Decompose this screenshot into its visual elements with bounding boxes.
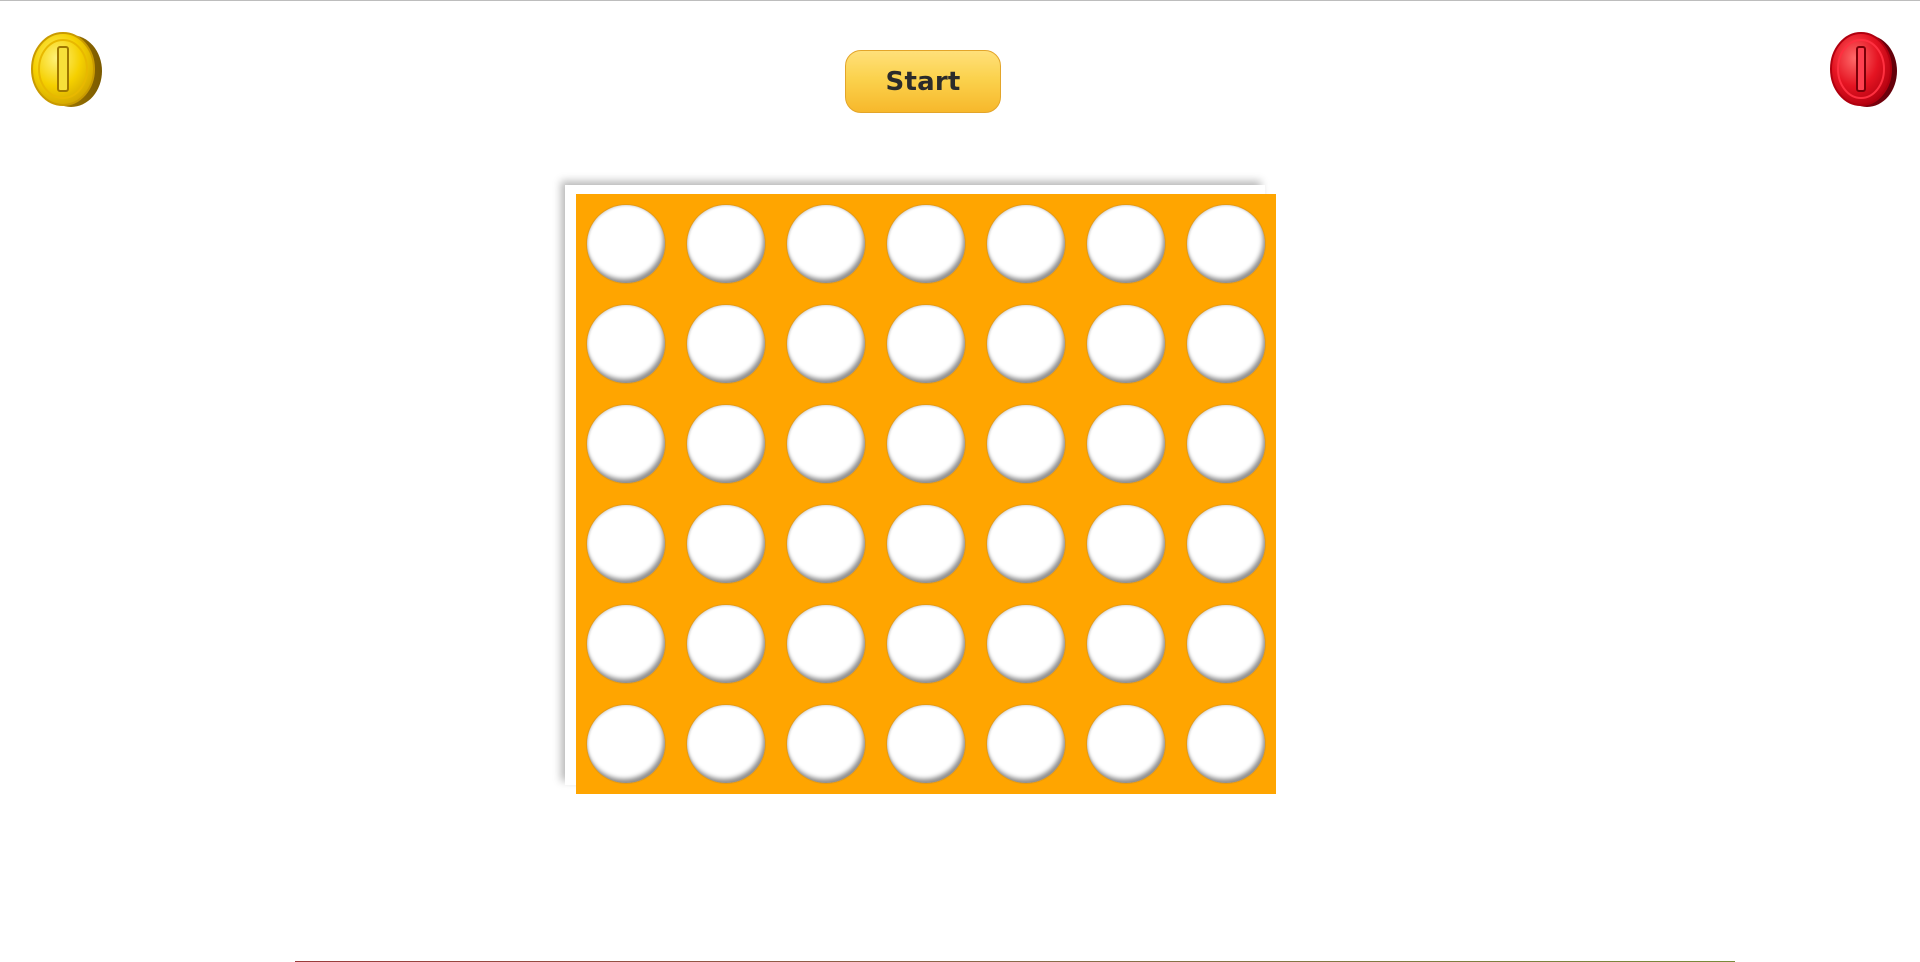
board-slot[interactable] (876, 694, 976, 794)
board-slot[interactable] (776, 294, 876, 394)
board-slot[interactable] (876, 394, 976, 494)
board-slot[interactable] (1176, 294, 1276, 394)
board-slot[interactable] (1076, 594, 1176, 694)
board-hole (887, 505, 965, 583)
board-slot[interactable] (776, 194, 876, 294)
board-hole (1187, 205, 1265, 283)
board-hole (987, 305, 1065, 383)
board-slot[interactable] (676, 294, 776, 394)
board-slot[interactable] (576, 294, 676, 394)
board-hole (787, 505, 865, 583)
board-slot[interactable] (876, 194, 976, 294)
board-slot[interactable] (976, 594, 1076, 694)
board-slot[interactable] (776, 494, 876, 594)
board-slot[interactable] (1176, 594, 1276, 694)
board-hole (1087, 505, 1165, 583)
board-slot[interactable] (1076, 394, 1176, 494)
board-hole (1087, 305, 1165, 383)
board-hole (1187, 705, 1265, 783)
board-hole (787, 605, 865, 683)
board-slot[interactable] (676, 494, 776, 594)
board-slot[interactable] (1076, 694, 1176, 794)
board-slot[interactable] (876, 494, 976, 594)
board-slot[interactable] (976, 394, 1076, 494)
board-hole (587, 505, 665, 583)
board-slot[interactable] (776, 694, 876, 794)
board-slot[interactable] (1076, 494, 1176, 594)
board-slot[interactable] (676, 594, 776, 694)
board-slot[interactable] (976, 694, 1076, 794)
board-slot[interactable] (576, 494, 676, 594)
board-hole (987, 705, 1065, 783)
board-hole (1187, 505, 1265, 583)
board-slot[interactable] (976, 194, 1076, 294)
board-hole (1187, 305, 1265, 383)
board-slot[interactable] (1076, 194, 1176, 294)
board-hole (887, 605, 965, 683)
board-hole (787, 305, 865, 383)
board-slot[interactable] (1176, 194, 1276, 294)
board-slot[interactable] (576, 194, 676, 294)
board-hole (1087, 605, 1165, 683)
board-slot[interactable] (576, 694, 676, 794)
board-hole (887, 305, 965, 383)
game-board (576, 194, 1276, 794)
board-hole (987, 605, 1065, 683)
board-hole (987, 405, 1065, 483)
board-hole (687, 505, 765, 583)
game-page: Start (0, 0, 1920, 962)
board-slot[interactable] (576, 394, 676, 494)
board-slot[interactable] (776, 394, 876, 494)
board-slot[interactable] (976, 294, 1076, 394)
board-hole (787, 205, 865, 283)
board-hole (1187, 405, 1265, 483)
board-slot[interactable] (676, 194, 776, 294)
board-hole (587, 605, 665, 683)
start-button-label: Start (885, 66, 961, 97)
board-hole (787, 705, 865, 783)
board-hole (587, 205, 665, 283)
board-hole (887, 205, 965, 283)
board-hole (687, 405, 765, 483)
board-slot[interactable] (976, 494, 1076, 594)
board-hole (687, 705, 765, 783)
board-slot[interactable] (1176, 394, 1276, 494)
board-hole (587, 705, 665, 783)
start-button[interactable]: Start (845, 50, 1001, 113)
board-hole (587, 305, 665, 383)
board-hole (687, 605, 765, 683)
board-hole (687, 305, 765, 383)
board-hole (587, 405, 665, 483)
board-slot[interactable] (1076, 294, 1176, 394)
yellow-coin-icon (31, 32, 102, 107)
board-slot[interactable] (876, 594, 976, 694)
board-hole (1187, 605, 1265, 683)
board-hole (787, 405, 865, 483)
board-hole (1087, 705, 1165, 783)
board-slot[interactable] (1176, 494, 1276, 594)
board-slot[interactable] (1176, 694, 1276, 794)
board-hole (887, 705, 965, 783)
board-hole (687, 205, 765, 283)
board-slot[interactable] (576, 594, 676, 694)
board-hole (887, 405, 965, 483)
board-hole (1087, 405, 1165, 483)
red-coin-icon (1830, 32, 1897, 107)
board-hole (987, 205, 1065, 283)
board-slot[interactable] (676, 694, 776, 794)
board-hole (1087, 205, 1165, 283)
board-slot[interactable] (876, 294, 976, 394)
board-slot[interactable] (776, 594, 876, 694)
board-slot[interactable] (676, 394, 776, 494)
board-hole (987, 505, 1065, 583)
